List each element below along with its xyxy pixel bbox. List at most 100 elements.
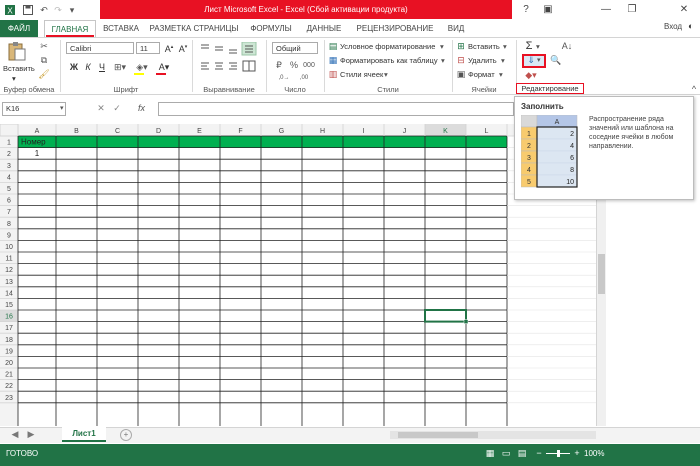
tab-review[interactable]: РЕЦЕНЗИРОВАНИЕ xyxy=(352,20,438,37)
zoom-in-icon[interactable]: + xyxy=(572,448,582,460)
column-header-j[interactable]: J xyxy=(403,128,407,135)
column-header-e[interactable]: E xyxy=(197,128,202,135)
conditional-formatting-button[interactable]: Условное форматирование xyxy=(340,42,435,51)
column-header-h[interactable]: H xyxy=(320,128,325,135)
horizontal-scroll-thumb[interactable] xyxy=(398,432,478,438)
format-dropdown-icon[interactable]: ▾ xyxy=(499,70,503,79)
row-header-18[interactable]: 18 xyxy=(5,337,13,344)
row-header-8[interactable]: 8 xyxy=(7,221,11,228)
column-header-b[interactable]: B xyxy=(74,128,79,135)
italic-button[interactable]: К xyxy=(82,62,94,74)
close-icon[interactable]: ✕ xyxy=(674,2,694,18)
page-layout-view-icon[interactable]: ▭ xyxy=(500,448,512,460)
cell-styles-button[interactable]: Стили ячеек xyxy=(340,70,383,79)
find-select-icon[interactable]: 🔍 xyxy=(548,55,564,67)
zoom-level[interactable]: 100% xyxy=(584,449,604,458)
minimize-icon[interactable]: — xyxy=(596,2,616,18)
user-icon[interactable]: ◐ xyxy=(688,21,698,35)
normal-view-icon[interactable]: ▦ xyxy=(484,448,496,460)
percent-icon[interactable]: % xyxy=(288,60,300,72)
save-icon[interactable] xyxy=(22,4,34,16)
cell-a1[interactable]: Номер xyxy=(21,138,46,147)
paste-button[interactable]: Вставить xyxy=(3,64,35,73)
tab-data[interactable]: ДАННЫЕ xyxy=(302,20,346,37)
row-header-16[interactable]: 16 xyxy=(5,314,13,321)
tab-formulas[interactable]: ФОРМУЛЫ xyxy=(246,20,296,37)
row-header-1[interactable]: 1 xyxy=(7,140,11,147)
fill-button[interactable]: ⇓ ▾ xyxy=(522,54,546,68)
redo-icon[interactable]: ↷ xyxy=(52,4,64,16)
selected-cell[interactable] xyxy=(424,309,467,323)
row-header-3[interactable]: 3 xyxy=(7,163,11,170)
underline-button[interactable]: Ч xyxy=(96,62,108,74)
zoom-slider[interactable] xyxy=(546,450,570,457)
row-header-19[interactable]: 19 xyxy=(5,348,13,355)
comma-style-icon[interactable]: 000 xyxy=(302,60,316,72)
select-all-corner[interactable] xyxy=(0,124,19,137)
currency-icon[interactable]: ₽ xyxy=(272,60,286,72)
insert-function-icon[interactable]: fx xyxy=(138,103,145,113)
sort-filter-icon[interactable]: A↓ xyxy=(558,41,576,55)
bold-button[interactable]: Ж xyxy=(68,62,80,74)
paste-icon[interactable] xyxy=(6,40,28,62)
zoom-slider-thumb[interactable] xyxy=(557,450,560,457)
insert-dropdown-icon[interactable]: ▾ xyxy=(503,42,507,51)
sheet-tab-list1[interactable]: Лист1 xyxy=(62,427,106,442)
grow-font-icon[interactable]: A▴ xyxy=(163,42,175,54)
row-header-17[interactable]: 17 xyxy=(5,325,13,332)
format-as-table-button[interactable]: Форматировать как таблицу xyxy=(340,56,438,65)
borders-icon[interactable]: ⊞▾ xyxy=(112,62,128,74)
autosum-dropdown-icon[interactable]: ▾ xyxy=(536,42,540,51)
row-header-13[interactable]: 13 xyxy=(5,279,13,286)
column-header-f[interactable]: F xyxy=(238,128,242,135)
delete-cells-button[interactable]: Удалить xyxy=(468,56,497,65)
row-header-2[interactable]: 2 xyxy=(7,151,11,158)
name-box[interactable]: K16 xyxy=(2,102,66,116)
fill-handle[interactable] xyxy=(463,319,469,324)
row-header-10[interactable]: 10 xyxy=(5,244,13,251)
format-painter-icon[interactable]: 🖌 xyxy=(38,69,50,81)
row-header-21[interactable]: 21 xyxy=(5,372,13,379)
autosum-icon[interactable]: Σ xyxy=(522,41,536,53)
column-header-k[interactable]: K xyxy=(443,128,448,135)
column-header-i[interactable]: I xyxy=(363,128,365,135)
zoom-out-icon[interactable]: − xyxy=(534,448,544,460)
row-header-12[interactable]: 12 xyxy=(5,267,13,274)
row-header-5[interactable]: 5 xyxy=(7,186,11,193)
paste-dropdown-icon[interactable]: ▾ xyxy=(12,74,16,83)
new-sheet-icon[interactable]: + xyxy=(120,429,132,441)
number-format-select[interactable]: Общий xyxy=(272,42,318,54)
conditional-dropdown-icon[interactable]: ▾ xyxy=(440,42,444,51)
vertical-scroll-thumb[interactable] xyxy=(598,254,605,294)
clear-icon[interactable]: ◆▾ xyxy=(524,70,538,82)
copy-icon[interactable]: ⧉ xyxy=(38,55,50,67)
tab-view[interactable]: ВИД xyxy=(442,20,470,37)
horizontal-scrollbar[interactable] xyxy=(390,431,596,439)
row-header-7[interactable]: 7 xyxy=(7,209,11,216)
cell-a2[interactable]: 1 xyxy=(35,149,40,158)
insert-cells-button[interactable]: Вставить xyxy=(468,42,500,51)
next-sheet-icon[interactable]: ▶ xyxy=(26,429,36,441)
name-box-dropdown-icon[interactable]: ▾ xyxy=(60,104,64,112)
format-cells-button[interactable]: Формат xyxy=(468,70,495,79)
row-header-22[interactable]: 22 xyxy=(5,383,13,390)
row-header-15[interactable]: 15 xyxy=(5,302,13,309)
page-break-view-icon[interactable]: ▤ xyxy=(516,448,528,460)
restore-icon[interactable]: ❐ xyxy=(622,2,642,18)
help-icon[interactable]: ? xyxy=(516,2,536,18)
ribbon-display-icon[interactable]: ▣ xyxy=(538,2,558,18)
cut-icon[interactable]: ✂ xyxy=(38,41,50,53)
shrink-font-icon[interactable]: A▾ xyxy=(177,42,189,54)
row-header-20[interactable]: 20 xyxy=(5,360,13,367)
cell-styles-dropdown-icon[interactable]: ▾ xyxy=(384,70,388,79)
formula-input[interactable] xyxy=(158,102,514,116)
row-header-11[interactable]: 11 xyxy=(5,256,12,263)
tab-page-layout[interactable]: РАЗМЕТКА СТРАНИЦЫ xyxy=(148,20,240,37)
column-header-g[interactable]: G xyxy=(279,128,284,135)
decrease-decimal-icon[interactable]: ,00 xyxy=(296,73,312,83)
prev-sheet-icon[interactable]: ◀ xyxy=(10,429,20,441)
column-header-c[interactable]: C xyxy=(115,128,120,135)
column-header-a[interactable]: A xyxy=(35,128,40,135)
increase-decimal-icon[interactable]: ,0→ xyxy=(276,73,292,83)
column-header-l[interactable]: L xyxy=(485,128,489,135)
